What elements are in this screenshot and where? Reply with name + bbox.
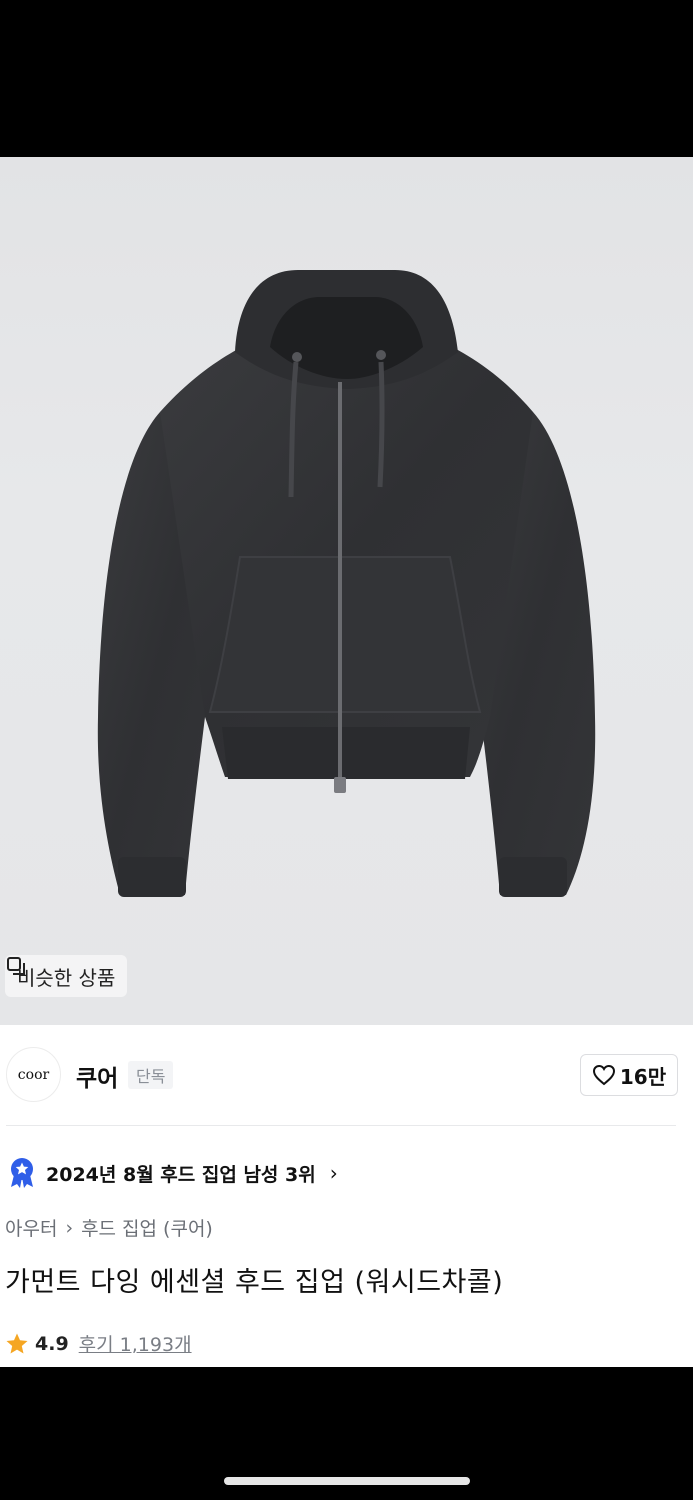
similar-products-label: 비슷한 상품 (17, 965, 116, 990)
home-indicator[interactable] (224, 1477, 470, 1485)
breadcrumb-separator: › (65, 1216, 74, 1239)
divider (6, 1125, 676, 1126)
hoodie-image (97, 269, 596, 897)
brand-name[interactable]: 쿠어 (76, 1059, 118, 1093)
product-image[interactable]: 비슷한 상품 (0, 157, 693, 1025)
status-bar-area (0, 0, 693, 157)
chevron-right-icon: › (329, 1161, 338, 1185)
rank-medal-icon (11, 1158, 33, 1188)
product-title: 가먼트 다잉 에센셜 후드 집업 (워시드차콜) (5, 1267, 504, 1298)
ranking-text: 2024년 8월 후드 집업 남성 3위 (46, 1163, 316, 1186)
breadcrumb: 아우터 › 후드 집업 (쿠어) (5, 1214, 213, 1241)
rating-score: 4.9 (35, 1332, 69, 1355)
rating-row: 4.9 후기 1,193개 (5, 1330, 192, 1357)
reviews-link[interactable]: 후기 1,193개 (79, 1330, 192, 1357)
similar-products-button[interactable]: 비슷한 상품 (5, 955, 128, 997)
breadcrumb-subcategory[interactable]: 후드 집업 (쿠어) (81, 1214, 213, 1241)
breadcrumb-category[interactable]: 아우터 (5, 1214, 57, 1241)
like-button[interactable]: 16만 (580, 1054, 678, 1096)
like-count: 16만 (619, 1064, 667, 1089)
heart-outline-icon (592, 1064, 615, 1086)
brand-logo[interactable]: coor (6, 1047, 61, 1102)
ranking-link[interactable]: 2024년 8월 후드 집업 남성 3위 › (8, 1156, 338, 1190)
copy-icon (7, 957, 25, 975)
brand-row: coor 쿠어 단독 16만 (0, 1025, 693, 1125)
exclusive-badge: 단독 (128, 1061, 174, 1089)
star-icon (6, 1333, 28, 1353)
product-info: coor 쿠어 단독 16만 2024년 8월 후드 집업 남성 3위 › 아우… (0, 1025, 693, 1367)
